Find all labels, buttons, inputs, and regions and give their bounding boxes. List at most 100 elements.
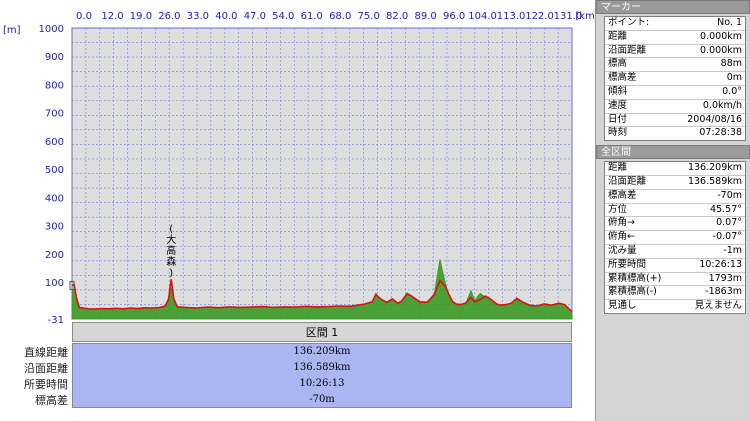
marker-row-value: 07:28:38 xyxy=(699,127,742,139)
marker-row-value: 0.0km/h xyxy=(702,99,742,111)
total-row-label: 所要時間 xyxy=(608,258,647,270)
x-tick-label: 40.0 xyxy=(215,11,237,22)
x-tick-label: 89.0 xyxy=(415,11,437,22)
total-row-value: -1863m xyxy=(705,286,742,298)
marker-row: 沿面距離 0.000km xyxy=(605,45,745,59)
total-row-value: 見えません xyxy=(694,300,742,312)
marker-row: 速度 0.0km/h xyxy=(605,100,745,114)
x-tick-label: 47.0 xyxy=(244,11,266,22)
y-tick-label: 100 xyxy=(45,278,64,289)
total-row: 標高差 -70m xyxy=(605,190,745,204)
marker-row-label: 沿面距離 xyxy=(608,44,647,56)
marker-row-label: 標高差 xyxy=(608,72,637,84)
y-tick-label: 300 xyxy=(45,222,64,233)
total-row-value: 136.589km xyxy=(687,175,742,187)
marker-row: 時刻 07:28:38 xyxy=(605,127,745,140)
segment-value-surface-distance: 136.589km xyxy=(293,362,351,373)
total-row-label: 見通し xyxy=(608,300,637,312)
total-row: 沿面距離 136.589km xyxy=(605,176,745,190)
segment-label-surface-distance: 沿面距離 xyxy=(24,362,68,375)
total-row-label: 標高差 xyxy=(608,189,637,201)
total-row: 沈み量 -1m xyxy=(605,245,745,259)
total-row: 距離 136.209km xyxy=(605,162,745,176)
marker-row-value: 0.000km xyxy=(700,30,742,42)
info-sidebar: マーカー ポイント: No. 1 距離 0.000km 沿面距離 0.000km 標高 88m… xyxy=(595,0,750,421)
x-tick-label: 26.0 xyxy=(158,11,180,22)
marker-row-value: 0m xyxy=(726,72,742,84)
marker-row-value: 88m xyxy=(720,58,742,70)
marker-row-label: 標高 xyxy=(608,58,628,70)
total-row-label: 沈み量 xyxy=(608,244,637,256)
segment-labels: 直線距離 沿面距離 所要時間 標高差 xyxy=(0,345,68,409)
y-tick-label: 400 xyxy=(45,193,64,204)
x-tick-label: 96.0 xyxy=(443,11,465,22)
x-axis-unit: [km] xyxy=(575,11,595,22)
annotation-char: ( xyxy=(169,224,173,235)
segment-header-label: 区間 1 xyxy=(305,326,339,339)
marker-row-value: 2004/08/16 xyxy=(687,113,742,125)
annotation-char: 高 xyxy=(166,244,176,257)
total-row: 方位 45.57° xyxy=(605,204,745,218)
total-row-value: 1793m xyxy=(708,272,742,284)
marker-row: 傾斜 0.0° xyxy=(605,86,745,100)
total-row-value: -0.07° xyxy=(712,231,742,243)
total-row-value: 10:26:13 xyxy=(699,258,742,270)
total-row-label: 距離 xyxy=(608,162,628,174)
marker-row-value: 0.0° xyxy=(722,85,742,97)
total-row: 俯角← -0.07° xyxy=(605,231,745,245)
total-row-label: 累積標高(+) xyxy=(608,272,662,284)
marker-row: 標高差 0m xyxy=(605,72,745,86)
total-row: 累積標高(-) -1863m xyxy=(605,286,745,301)
y-axis-unit: [m] xyxy=(3,25,21,36)
marker-row: 距離 0.000km xyxy=(605,31,745,45)
total-row: 見通し 見えません xyxy=(605,300,745,313)
x-tick-label: 68.0 xyxy=(329,11,351,22)
y-tick-label: 800 xyxy=(45,80,64,91)
segment-value-duration: 10:26:13 xyxy=(299,378,345,389)
segment-label-elevation-diff: 標高差 xyxy=(35,394,68,407)
total-row-label: 方位 xyxy=(608,203,628,215)
total-row-value: 136.209km xyxy=(687,162,742,174)
total-panel-title: 全区間 xyxy=(596,145,750,160)
segment-value-elevation-diff: -70m xyxy=(309,394,335,405)
segment-values-table: 136.209km 136.589km 10:26:13 -70m xyxy=(72,343,572,408)
total-row-value: -1m xyxy=(723,244,742,256)
marker-row-label: 距離 xyxy=(608,30,628,42)
annotation-char: ) xyxy=(169,268,173,279)
marker-info-table: ポイント: No. 1 距離 0.000km 沿面距離 0.000km 標高 88m 標高差 0m… xyxy=(604,16,746,142)
y-tick-label: 600 xyxy=(45,137,64,148)
total-row-label: 俯角← xyxy=(608,231,635,243)
x-tick-label: 54.0 xyxy=(272,11,294,22)
x-tick-label: 0.0 xyxy=(76,11,92,22)
x-tick-label: 113.0 xyxy=(497,11,526,22)
y-tick-label: 700 xyxy=(45,109,64,120)
total-row: 累積標高(+) 1793m xyxy=(605,273,745,287)
total-row-value: -70m xyxy=(717,189,742,201)
marker-row: ポイント: No. 1 xyxy=(605,17,745,31)
segment-header[interactable]: 区間 1 xyxy=(72,322,572,342)
x-tick-label: 104.0 xyxy=(468,11,497,22)
marker-row-label: 時刻 xyxy=(608,127,628,139)
marker-row-label: 速度 xyxy=(608,99,628,111)
total-row: 俯角→ 0.07° xyxy=(605,217,745,232)
x-tick-label: 61.0 xyxy=(301,11,323,22)
total-row-label: 沿面距離 xyxy=(608,175,647,187)
y-tick-label: 200 xyxy=(45,250,64,261)
y-tick-label: 1000 xyxy=(39,24,64,35)
x-tick-label: 82.0 xyxy=(386,11,408,22)
x-tick-label: 12.0 xyxy=(101,11,123,22)
segment-label-duration: 所要時間 xyxy=(24,378,68,391)
marker-row-label: ポイント: xyxy=(608,17,650,28)
x-tick-label: 75.0 xyxy=(358,11,380,22)
marker-row: 日付 2004/08/16 xyxy=(605,114,745,128)
annotation-char: 大 xyxy=(166,233,176,246)
x-tick-label: 33.0 xyxy=(187,11,209,22)
marker-row-value: 0.000km xyxy=(700,44,742,56)
total-info-table: 距離 136.209km 沿面距離 136.589km 標高差 -70m 方位 45.57° 俯… xyxy=(604,161,746,314)
elevation-profile-panel: 0.0 12.0 19.0 26.0 33.0 40.0 47.0 54.0 61.0 68.0 7… xyxy=(0,0,595,421)
marker-row: 標高 88m xyxy=(605,58,745,73)
x-tick-label: 122.0 xyxy=(525,11,554,22)
total-row-value: 0.07° xyxy=(716,217,742,229)
x-tick-label: 19.0 xyxy=(130,11,152,22)
total-row-value: 45.57° xyxy=(710,203,742,215)
